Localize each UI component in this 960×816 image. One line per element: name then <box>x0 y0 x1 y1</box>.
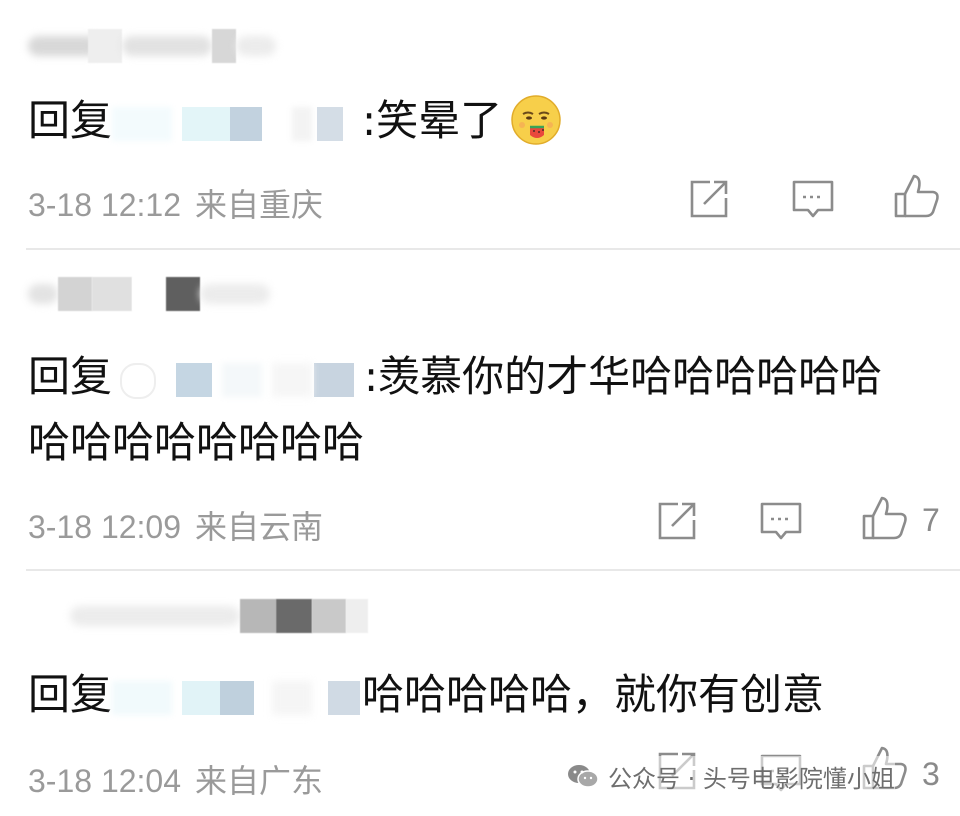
comment-item: 回复 :羡慕你的才华哈哈哈哈哈哈 哈哈哈哈哈哈哈哈 3-18 12:09 来自云南 <box>0 250 960 570</box>
comment-time: 3-18 12:09 <box>28 509 182 545</box>
divider <box>26 569 960 571</box>
reply-text: :羡慕你的才华哈哈哈哈哈哈 <box>364 352 883 401</box>
share-icon[interactable] <box>686 176 732 222</box>
like-count: 7 <box>922 502 940 538</box>
reply-target-redacted[interactable] <box>112 105 362 143</box>
wechat-icon <box>568 765 599 788</box>
comment-icon[interactable] <box>758 498 804 544</box>
comment-list: 回复 :笑晕了 3-18 12:12 来自重庆 回复:羡慕你的才华哈哈哈哈哈哈… <box>0 0 960 816</box>
comment-content: 回复 :羡慕你的才华哈哈哈哈哈哈 <box>28 348 882 406</box>
reply-prefix: 回复 <box>28 352 113 401</box>
comment-time: 3-18 12:12 <box>28 187 182 223</box>
grinning-face-with-watermelon-emoji <box>510 94 562 146</box>
comment-icon[interactable] <box>790 176 836 222</box>
comment-time: 3-18 12:04 <box>28 763 182 799</box>
share-icon[interactable] <box>654 498 700 544</box>
watermark-text: 公众号 · 头号电影院懂小姐 <box>608 764 895 793</box>
reply-text: 哈哈哈哈哈，就你有创意 <box>362 670 825 719</box>
comment-meta: 3-18 12:04 来自广东 <box>28 756 323 802</box>
reply-target-redacted[interactable] <box>112 679 362 717</box>
comment-location: 来自云南 <box>195 509 324 545</box>
comment-meta: 3-18 12:09 来自云南 <box>28 502 323 548</box>
comment-location: 来自广东 <box>195 763 324 799</box>
watermark: 公众号 · 头号电影院懂小姐 <box>566 756 895 796</box>
reply-target-redacted[interactable] <box>112 361 364 399</box>
thumbs-up-icon[interactable] <box>893 172 939 218</box>
comment-location: 来自重庆 <box>195 187 324 223</box>
like-count: 3 <box>922 756 940 792</box>
comment-meta: 3-18 12:12 来自重庆 <box>28 180 323 226</box>
username-redacted[interactable] <box>28 276 270 312</box>
reply-prefix: 回复 <box>28 670 113 719</box>
reply-text-continued: 哈哈哈哈哈哈哈哈 <box>28 418 365 467</box>
comment-item: 回复 :笑晕了 3-18 12:12 来自重庆 <box>0 0 960 248</box>
comment-content: 回复 :笑晕了 <box>28 92 562 150</box>
thumbs-up-icon[interactable] <box>861 494 907 540</box>
comment-content: 回复 哈哈哈哈哈，就你有创意 <box>28 666 824 724</box>
reply-text: :笑晕了 <box>362 96 503 145</box>
username-redacted[interactable] <box>70 598 368 634</box>
reply-prefix: 回复 <box>28 96 113 145</box>
username-redacted[interactable] <box>28 28 276 64</box>
